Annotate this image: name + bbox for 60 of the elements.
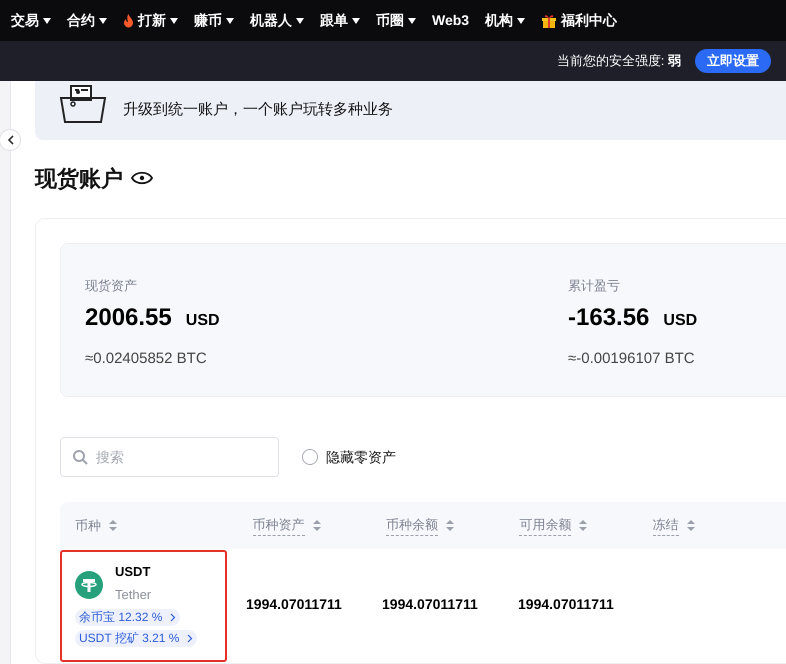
summary-value: 2006.55 xyxy=(85,302,172,332)
sort-icon[interactable] xyxy=(446,520,454,531)
nav-menu-item[interactable]: 交易 xyxy=(11,10,51,31)
tether-coin-icon xyxy=(75,570,103,598)
caret-icon xyxy=(408,18,416,24)
flame-icon xyxy=(123,14,134,28)
caret-icon xyxy=(352,18,360,24)
folder-document-icon xyxy=(59,84,107,124)
caret-icon xyxy=(99,18,107,24)
upgrade-banner[interactable]: 升级到统一账户，一个账户玩转多种业务 xyxy=(35,81,786,140)
caret-icon xyxy=(170,18,178,24)
column-header[interactable]: 冻结 xyxy=(652,515,679,536)
coin-symbol: USDT xyxy=(115,562,152,580)
sort-icon[interactable] xyxy=(312,520,320,531)
sort-icon[interactable] xyxy=(579,520,588,531)
caret-icon xyxy=(43,18,51,24)
hide-zero-assets-checkbox[interactable]: 隐藏零资产 xyxy=(302,446,396,468)
table-cell-text: 1994.07011711 xyxy=(518,594,615,614)
nav-menu-item[interactable]: 合约 xyxy=(67,10,107,31)
banner-text: 升级到统一账户，一个账户玩转多种业务 xyxy=(123,100,393,120)
summary-label: 累计盈亏 xyxy=(568,277,621,295)
column-header[interactable]: 币种资产 xyxy=(252,515,304,536)
summary-label: 现货资产 xyxy=(85,277,138,295)
setup-now-button[interactable]: 立即设置 xyxy=(695,49,771,73)
nav-menu-item[interactable]: 跟单 xyxy=(320,10,360,31)
gift-icon xyxy=(541,12,558,28)
nav-menu-item[interactable]: 币圈 xyxy=(376,10,416,31)
currency-unit: USD xyxy=(663,310,698,330)
caret-icon xyxy=(226,18,234,24)
nav-menu-item[interactable]: 机构 xyxy=(485,10,526,31)
earn-tag[interactable]: 余币宝 12.32 % xyxy=(75,608,180,626)
nav-menu-item[interactable]: 赚币 xyxy=(194,10,234,31)
summary-value: -163.56 xyxy=(568,302,650,332)
btc-equivalent: ≈0.02405852 BTC xyxy=(85,348,208,368)
table-cell-text: 1994.07011711 xyxy=(246,594,343,614)
security-strength-text: 当前您的安全强度: 弱 xyxy=(556,52,681,70)
coin-name: Tether xyxy=(115,586,152,604)
nav-menu-item[interactable]: 打新 xyxy=(123,10,178,31)
btc-equivalent: ≈-0.00196107 BTC xyxy=(568,348,696,368)
sort-icon[interactable] xyxy=(109,520,117,531)
nav-menu-item[interactable]: Web3 xyxy=(432,10,470,31)
column-header[interactable]: 币种 xyxy=(75,516,101,536)
search-icon xyxy=(73,450,88,465)
sort-icon[interactable] xyxy=(686,520,695,531)
table-cell-text: 1994.07011711 xyxy=(382,594,479,614)
caret-icon xyxy=(296,18,304,24)
currency-unit: USD xyxy=(186,310,220,330)
page-title: 现货账户 xyxy=(35,164,123,192)
caret-icon xyxy=(517,18,526,24)
earn-tag[interactable]: USDT 挖矿 3.21 % xyxy=(75,630,198,646)
chevron-left-icon xyxy=(6,135,14,145)
search-field[interactable]: 搜索 xyxy=(60,437,279,477)
eye-icon[interactable] xyxy=(131,171,153,185)
column-header[interactable]: 可用余额 xyxy=(519,515,572,536)
nav-menu-item[interactable]: 机器人 xyxy=(250,10,304,31)
nav-menu-item[interactable]: 福利中心 xyxy=(541,10,618,31)
chevron-right-icon xyxy=(170,612,176,622)
chevron-right-icon xyxy=(187,634,194,642)
collapse-button[interactable] xyxy=(0,129,21,151)
column-header[interactable]: 币种余额 xyxy=(386,515,438,536)
